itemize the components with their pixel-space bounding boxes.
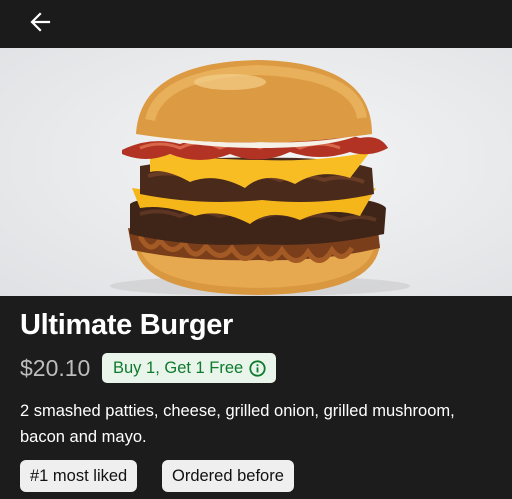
item-photo [0,48,512,296]
promo-badge[interactable]: Buy 1, Get 1 Free [102,353,277,383]
item-price: $20.10 [20,355,91,381]
item-description: 2 smashed patties, cheese, grilled onion… [20,402,455,446]
top-bar [0,0,512,48]
tag-ordered-before: Ordered before [162,460,294,492]
promo-label: Buy 1, Get 1 Free [113,358,244,377]
info-icon [249,359,266,377]
item-details: Ultimate Burger $20.10 Buy 1, Get 1 Free… [0,296,512,499]
back-button[interactable] [28,9,54,35]
tag-most-liked: #1 most liked [20,460,138,492]
arrow-left-icon [30,12,51,32]
item-title: Ultimate Burger [20,309,234,341]
